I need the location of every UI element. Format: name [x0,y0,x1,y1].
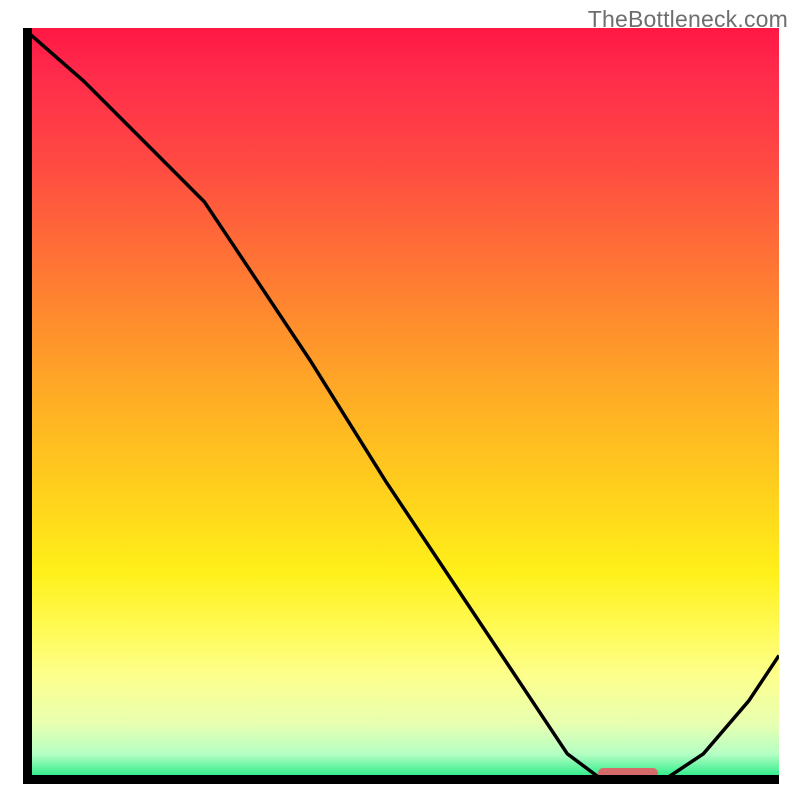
bottleneck-curve-path [23,28,779,784]
plot-area [23,28,779,784]
highlight-marker [598,768,658,778]
line-svg [23,28,779,784]
chart-container: TheBottleneck.com [0,0,800,800]
